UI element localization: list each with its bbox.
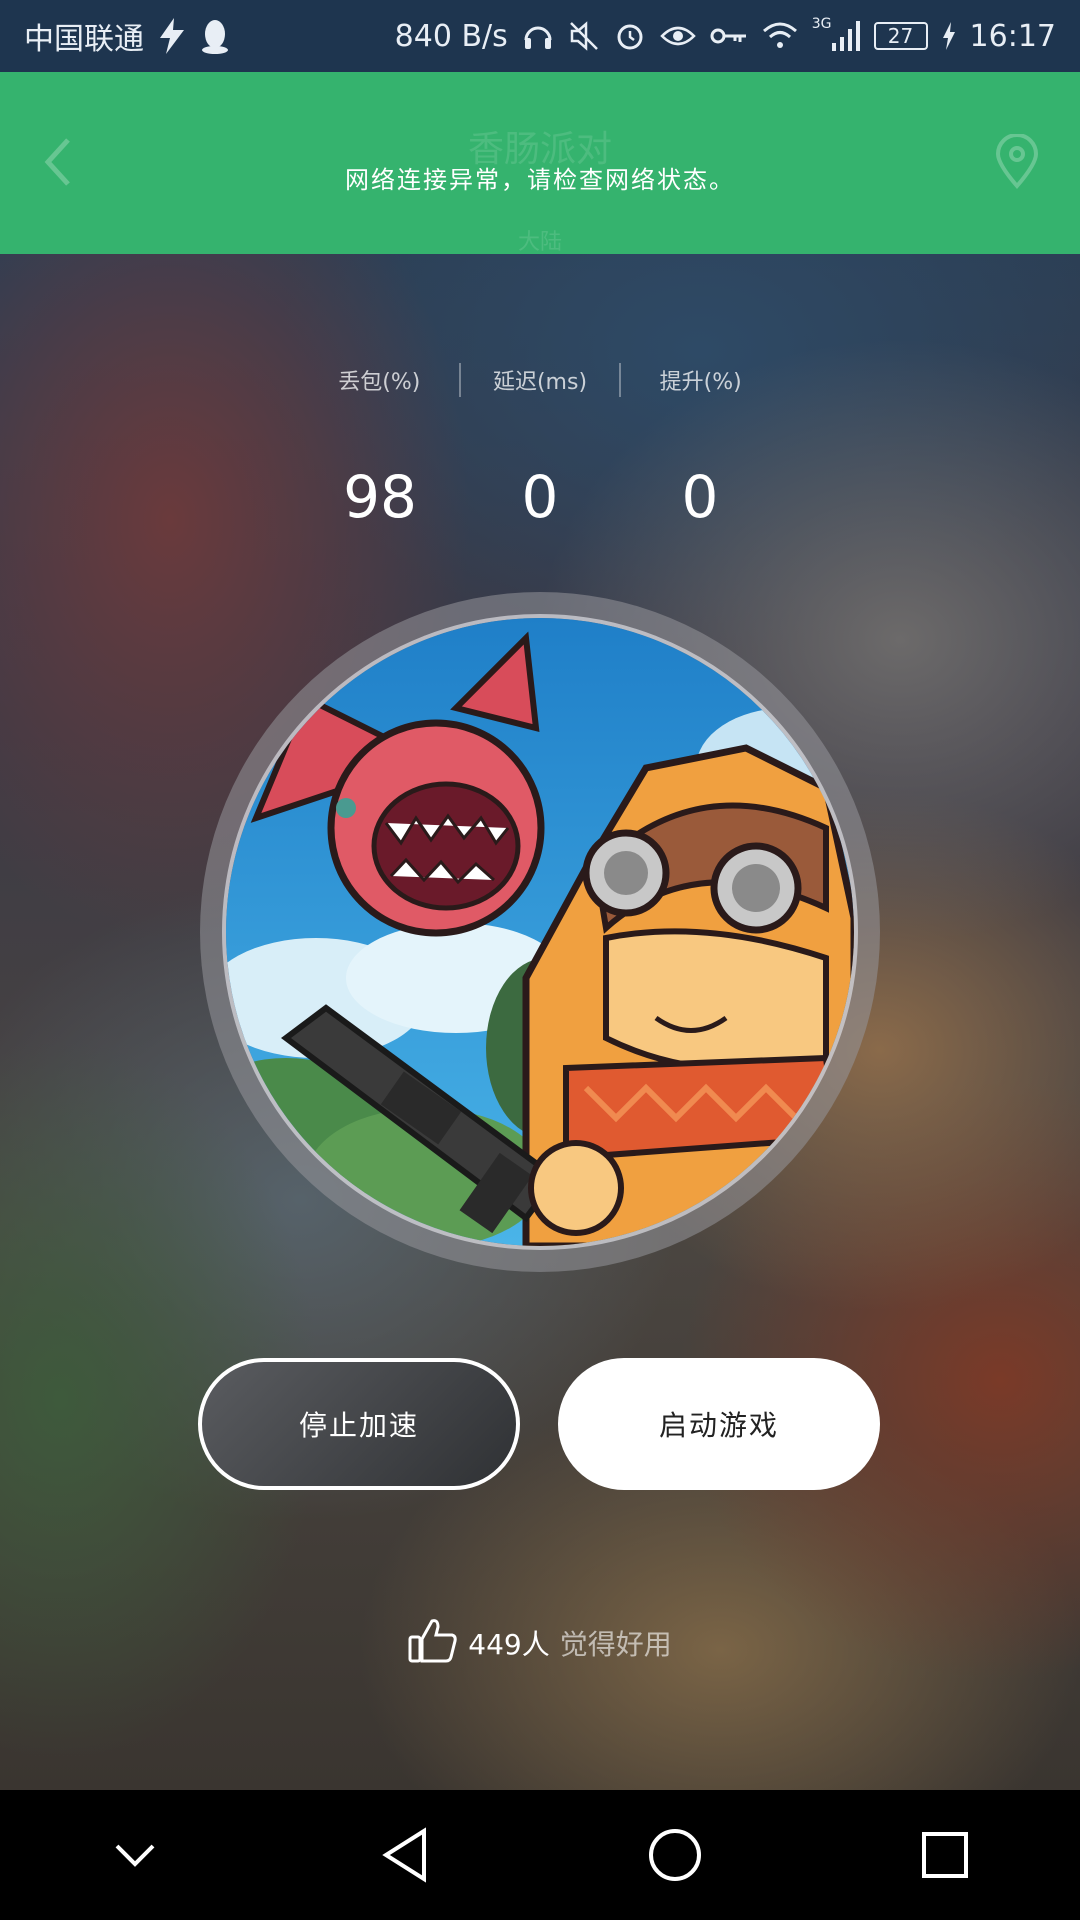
stats-values: 98 0 0 (300, 462, 780, 532)
launch-game-button[interactable]: 启动游戏 (558, 1358, 880, 1490)
latency-value: 0 (521, 463, 559, 531)
alarm-icon (614, 16, 646, 56)
chevron-down-icon (115, 1844, 155, 1867)
likes-count: 449人 (468, 1628, 550, 1661)
charging-icon (942, 16, 956, 56)
network-type: 3G (811, 16, 832, 32)
qq-penguin-icon (200, 16, 230, 56)
stats-labels: 丢包(%) 延迟(ms) 提升(%) (300, 360, 780, 400)
status-bar: 中国联通 840 B/s 3G 27 16:17 (0, 0, 1080, 72)
thumbs-up-icon (408, 1617, 458, 1670)
flash-icon (158, 16, 186, 56)
game-artwork (222, 614, 858, 1250)
headphones-icon (522, 16, 554, 56)
boost-value: 0 (681, 463, 719, 531)
packet-loss-value: 98 (343, 463, 417, 531)
wifi-icon (762, 16, 798, 56)
nav-collapse-button[interactable] (95, 1815, 175, 1895)
location-button[interactable] (994, 133, 1040, 190)
nav-recents-button[interactable] (905, 1815, 985, 1895)
app-header: 香肠派对 大陆 网络连接异常，请检查网络状态。 (0, 72, 1080, 255)
stop-acceleration-button[interactable]: 停止加速 (198, 1358, 520, 1490)
region-label: 大陆 (517, 230, 562, 255)
likes-suffix: 觉得好用 (559, 1628, 672, 1661)
latency-label: 延迟(ms) (492, 370, 588, 395)
network-error-message: 网络连接异常，请检查网络状态。 (345, 166, 735, 194)
net-speed: 840 B/s (394, 18, 508, 54)
circle-home-icon (649, 1829, 701, 1881)
square-recents-icon (922, 1832, 968, 1878)
location-pin-icon (995, 133, 1039, 190)
carrier-name: 中国联通 (24, 22, 144, 57)
boost-label: 提升(%) (659, 370, 742, 395)
triangle-back-icon (382, 1827, 426, 1883)
eye-icon (659, 16, 696, 56)
key-icon (710, 16, 748, 56)
clock: 16:17 (969, 18, 1056, 54)
signal-icon: 3G (812, 16, 860, 56)
battery-indicator: 27 (873, 22, 928, 50)
packet-loss-label: 丢包(%) (338, 370, 421, 395)
nav-home-button[interactable] (635, 1815, 715, 1895)
mute-icon (568, 16, 600, 56)
nav-back-button[interactable] (365, 1815, 445, 1895)
likes-row[interactable]: 449人 觉得好用 (0, 1618, 1080, 1668)
system-nav-bar (0, 1790, 1080, 1920)
